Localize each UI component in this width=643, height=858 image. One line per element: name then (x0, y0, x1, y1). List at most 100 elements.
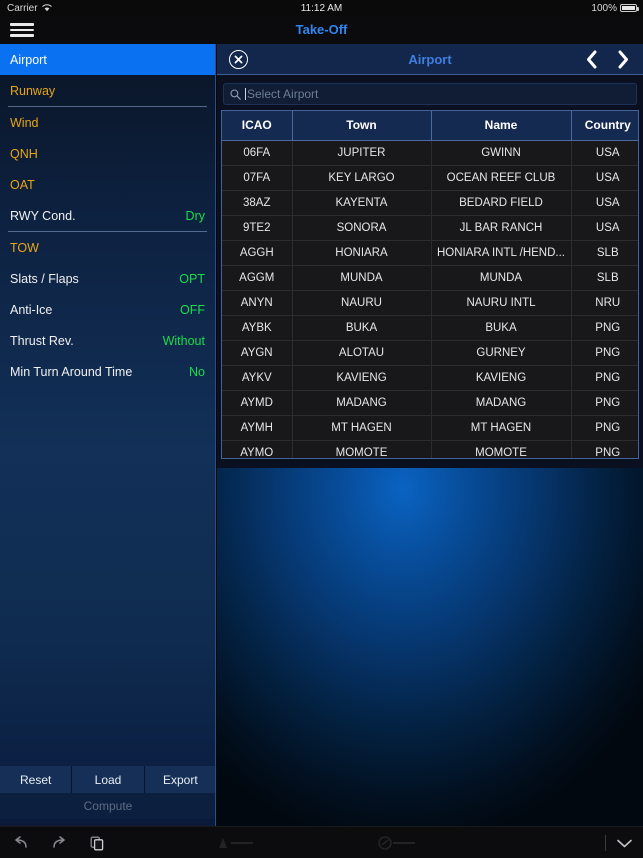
cell-icao: ANYN (222, 290, 293, 316)
sidebar-item-label: RWY Cond. (10, 208, 76, 223)
sidebar-item-runway[interactable]: Runway (0, 75, 215, 106)
battery-percent-label: 100% (591, 2, 617, 14)
redo-icon[interactable] (51, 836, 68, 850)
nav-bar: Take-Off (0, 16, 643, 44)
chevron-left-icon[interactable] (580, 49, 602, 70)
keyboard-accessory-bar (0, 826, 643, 858)
compute-button[interactable]: Compute (0, 793, 215, 819)
toolbar-divider (605, 835, 606, 851)
sidebar-item-rwy-cond[interactable]: RWY Cond. Dry (0, 200, 215, 231)
paste-icon[interactable] (90, 836, 105, 851)
cell-name: HONIARA INTL /HEND... (431, 240, 572, 266)
cell-name: GWINN (431, 140, 572, 166)
reset-button[interactable]: Reset (0, 766, 73, 793)
cell-country: SLB (571, 265, 638, 291)
sidebar-item-oat[interactable]: OAT (0, 169, 215, 200)
cell-town: SONORA (292, 215, 432, 241)
cell-town: MT HAGEN (292, 415, 432, 441)
table-row[interactable]: AYBK BUKA BUKA PNG (222, 315, 638, 341)
cell-name: BUKA (431, 315, 572, 341)
sidebar-item-value: No (189, 364, 205, 379)
cell-country: PNG (571, 365, 638, 391)
cell-name: BEDARD FIELD (431, 190, 572, 216)
cell-town: NAURU (292, 290, 432, 316)
table-row[interactable]: AYMO MOMOTE MOMOTE PNG (222, 440, 638, 458)
chevron-right-icon[interactable] (612, 49, 634, 70)
cell-town: MADANG (292, 390, 432, 416)
table-row[interactable]: AGGM MUNDA MUNDA SLB (222, 265, 638, 291)
search-area: Select Airport (217, 75, 643, 110)
sidebar-item-label: Airport (10, 52, 47, 67)
table-row[interactable]: AYMH MT HAGEN MT HAGEN PNG (222, 415, 638, 441)
sidebar-item-value: Dry (185, 208, 205, 223)
sidebar-item-value: OFF (180, 302, 205, 317)
chevron-down-icon[interactable] (616, 838, 633, 849)
cell-town: KAYENTA (292, 190, 432, 216)
cell-town: HONIARA (292, 240, 432, 266)
status-bar-right: 100% (591, 2, 639, 14)
sidebar-item-wind[interactable]: Wind (0, 107, 215, 138)
cell-town: ALOTAU (292, 340, 432, 366)
app-root: Carrier 11:12 AM 100% Take-Off Airport R… (0, 0, 643, 858)
airport-selection-panel: Airport Select Airport ICAO Town Name Co… (217, 44, 643, 468)
table-row[interactable]: AGGH HONIARA HONIARA INTL /HEND... SLB (222, 240, 638, 266)
text-caret (245, 88, 246, 100)
sidebar-item-tow[interactable]: TOW (0, 232, 215, 263)
status-bar: Carrier 11:12 AM 100% (0, 0, 643, 16)
column-header-icao[interactable]: ICAO (222, 111, 293, 141)
table-row[interactable]: 38AZ KAYENTA BEDARD FIELD USA (222, 190, 638, 216)
battery-icon (620, 4, 639, 12)
sidebar-item-list: Airport Runway Wind QNH OAT RWY Cond. Dr… (0, 44, 215, 387)
search-placeholder: Select Airport (247, 87, 319, 101)
cell-icao: 06FA (222, 140, 293, 166)
predictive-slot-right-icon (377, 836, 419, 850)
sidebar-action-bar: Reset Load Export (0, 766, 215, 793)
cell-name: MOMOTE (431, 440, 572, 458)
table-row[interactable]: AYKV KAVIENG KAVIENG PNG (222, 365, 638, 391)
sidebar-item-label: OAT (10, 177, 35, 192)
load-button[interactable]: Load (72, 766, 145, 793)
sidebar-item-label: Anti-Ice (10, 302, 53, 317)
table-row[interactable]: AYGN ALOTAU GURNEY PNG (222, 340, 638, 366)
table-row[interactable]: ANYN NAURU NAURU INTL NRU (222, 290, 638, 316)
cell-icao: AYKV (222, 365, 293, 391)
cell-name: MUNDA (431, 265, 572, 291)
cell-icao: AYMO (222, 440, 293, 458)
sidebar-item-airport[interactable]: Airport (0, 44, 215, 75)
sidebar-item-thrust-rev[interactable]: Thrust Rev. Without (0, 325, 215, 356)
cell-town: BUKA (292, 315, 432, 341)
sidebar-item-qnh[interactable]: QNH (0, 138, 215, 169)
sidebar-item-slats-flaps[interactable]: Slats / Flaps OPT (0, 263, 215, 294)
column-header-name[interactable]: Name (431, 111, 572, 141)
cell-icao: AYBK (222, 315, 293, 341)
column-header-country[interactable]: Country (571, 111, 638, 141)
cell-country: PNG (571, 390, 638, 416)
predictive-slot-left-icon (215, 836, 257, 850)
table-row[interactable]: 06FA JUPITER GWINN USA (222, 140, 638, 166)
search-input[interactable]: Select Airport (223, 83, 637, 105)
cell-country: PNG (571, 415, 638, 441)
airport-table-container[interactable]: ICAO Town Name Country 06FA JUPITER GWIN… (221, 110, 639, 459)
table-row[interactable]: AYMD MADANG MADANG PNG (222, 390, 638, 416)
undo-icon[interactable] (12, 836, 29, 850)
cell-town: MOMOTE (292, 440, 432, 458)
cell-name: OCEAN REEF CLUB (431, 165, 572, 191)
cell-name: KAVIENG (431, 365, 572, 391)
cell-icao: 07FA (222, 165, 293, 191)
keyboard-bar-left (12, 827, 105, 858)
keyboard-bar-center (215, 827, 419, 858)
table-row[interactable]: 07FA KEY LARGO OCEAN REEF CLUB USA (222, 165, 638, 191)
column-header-town[interactable]: Town (292, 111, 432, 141)
cell-country: SLB (571, 240, 638, 266)
sidebar-item-label: TOW (10, 240, 39, 255)
cell-name: MT HAGEN (431, 415, 572, 441)
export-button[interactable]: Export (144, 766, 215, 793)
cell-icao: AGGH (222, 240, 293, 266)
sidebar-item-min-turn-around-time[interactable]: Min Turn Around Time No (0, 356, 215, 387)
sidebar-item-anti-ice[interactable]: Anti-Ice OFF (0, 294, 215, 325)
cell-town: KEY LARGO (292, 165, 432, 191)
status-bar-time: 11:12 AM (300, 2, 343, 14)
cell-town: KAVIENG (292, 365, 432, 391)
table-row[interactable]: 9TE2 SONORA JL BAR RANCH USA (222, 215, 638, 241)
cell-country: USA (571, 190, 638, 216)
